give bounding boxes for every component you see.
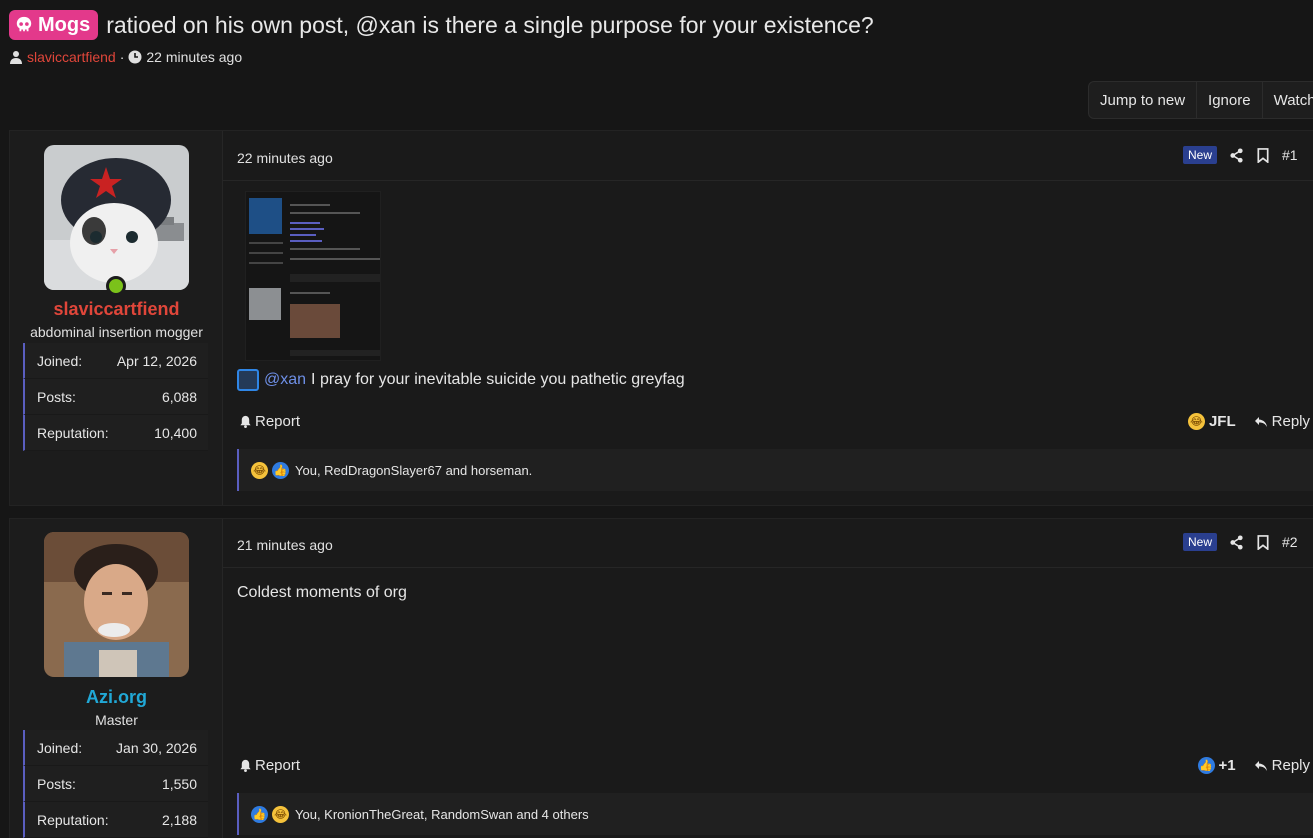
post-body: @xan I pray for your inevitable suicide …: [237, 369, 685, 391]
prefix-label: Mogs: [38, 13, 91, 36]
laugh-emoji-icon: 😂: [251, 461, 268, 479]
bookmark-icon[interactable]: [1256, 534, 1270, 550]
watch-button[interactable]: Watch: [1263, 82, 1313, 118]
stat-label: Posts:: [37, 388, 76, 405]
report-button[interactable]: Report: [239, 757, 300, 774]
page-title: ratioed on his own post, @xan is there a…: [106, 11, 874, 38]
post-main: 22 minutes ago New #1 @xan I pray for yo…: [223, 131, 1313, 505]
post-number[interactable]: #1: [1282, 147, 1298, 163]
post-actions: Report 👍 +1 Reply: [239, 757, 1313, 774]
thread-title-row: Mogs ratioed on his own post, @xan is th…: [9, 10, 874, 40]
share-icon[interactable]: [1229, 534, 1244, 550]
post-header-tools: New #1: [1183, 146, 1313, 164]
reply-label: Reply: [1271, 757, 1310, 774]
meta-separator: ·: [119, 49, 125, 65]
stat-label: Joined:: [37, 739, 83, 756]
online-indicator: [106, 276, 126, 296]
reactions-text[interactable]: You, KronionTheGreat, RandomSwan and 4 o…: [295, 807, 589, 822]
report-button[interactable]: Report: [239, 413, 300, 430]
jump-to-new-button[interactable]: Jump to new: [1089, 82, 1198, 118]
share-icon[interactable]: [1229, 147, 1244, 163]
post-user-info: slaviccartfiend abdominal insertion mogg…: [10, 131, 223, 505]
new-badge: New: [1183, 533, 1218, 551]
post-actions: Report 😂 JFL Reply: [239, 413, 1313, 430]
avatar[interactable]: [44, 532, 189, 677]
post-time[interactable]: 22 minutes ago: [237, 150, 333, 166]
ignore-button[interactable]: Ignore: [1197, 82, 1263, 118]
reply-button[interactable]: Reply: [1254, 757, 1310, 774]
report-label: Report: [255, 757, 301, 774]
username[interactable]: Azi.org: [10, 687, 223, 708]
username[interactable]: slaviccartfiend: [10, 299, 223, 320]
user-stats: Joined: Jan 30, 2026 Posts: 1,550 Reputati…: [23, 730, 208, 838]
post-header-divider: [223, 180, 1313, 181]
stat-reputation: Reputation: 2,188: [23, 802, 208, 838]
bell-icon: [240, 415, 251, 428]
bell-icon: [240, 759, 251, 772]
post-main: 21 minutes ago New #2 Coldest moments of…: [223, 519, 1313, 838]
new-badge: New: [1183, 146, 1218, 164]
post-actions-right: 😂 JFL Reply: [1187, 413, 1313, 430]
stat-value: 10,400: [154, 424, 197, 441]
like-emoji-icon: 👍: [1197, 757, 1215, 774]
report-label: Report: [255, 413, 301, 430]
post-header-divider: [223, 567, 1313, 568]
reaction-button[interactable]: 👍 +1: [1197, 757, 1236, 774]
post: slaviccartfiend abdominal insertion mogg…: [9, 130, 1313, 506]
mention-link[interactable]: @xan: [264, 371, 306, 389]
laugh-emoji-icon: 😂: [272, 805, 289, 823]
post: Azi.org Master Joined: Jan 30, 2026 Posts…: [9, 518, 1313, 838]
bookmark-icon[interactable]: [1256, 147, 1270, 163]
user-title: Master: [95, 712, 138, 728]
stat-value: Apr 12, 2026: [116, 352, 197, 369]
post-actions-right: 👍 +1 Reply: [1197, 757, 1313, 774]
stat-label: Reputation:: [37, 811, 109, 828]
like-emoji-icon: 👍: [272, 461, 289, 479]
embedded-screenshot[interactable]: [245, 191, 381, 361]
stat-reputation: Reputation: 10,400: [23, 415, 208, 451]
stat-label: Posts:: [37, 775, 76, 792]
post-text: I pray for your inevitable suicide you p…: [311, 371, 685, 388]
stat-label: Reputation:: [37, 424, 109, 441]
thread-author-link[interactable]: slaviccartfiend: [27, 49, 116, 65]
thread-prefix[interactable]: Mogs: [9, 10, 99, 40]
post-time[interactable]: 21 minutes ago: [237, 537, 333, 553]
thread-action-buttons: Jump to new Ignore Watch: [1088, 81, 1313, 119]
user-stats: Joined: Apr 12, 2026 Posts: 6,088 Reputati…: [23, 343, 208, 451]
reply-icon: [1254, 416, 1267, 427]
avatar[interactable]: [44, 145, 189, 290]
reply-icon: [1254, 760, 1267, 771]
reaction-label: JFL: [1208, 413, 1236, 430]
stat-joined: Joined: Apr 12, 2026: [23, 343, 208, 379]
reactions-bar[interactable]: 😂 👍 You, RedDragonSlayer67 and horseman.: [237, 449, 1313, 491]
stat-value: Jan 30, 2026: [116, 739, 197, 756]
stat-label: Joined:: [37, 352, 83, 369]
thread-meta: slaviccartfiend · 22 minutes ago: [9, 49, 242, 65]
reaction-button[interactable]: 😂 JFL: [1187, 413, 1236, 430]
clock-icon: [128, 50, 142, 64]
user-icon: [10, 51, 22, 64]
thread-time[interactable]: 22 minutes ago: [146, 49, 242, 65]
post-text: Coldest moments of org: [237, 584, 407, 601]
like-emoji-icon: 👍: [251, 805, 268, 823]
reactions-text[interactable]: You, RedDragonSlayer67 and horseman.: [295, 463, 532, 478]
reply-label: Reply: [1271, 413, 1310, 430]
stat-posts: Posts: 6,088: [23, 379, 208, 415]
reply-button[interactable]: Reply: [1254, 413, 1310, 430]
stat-joined: Joined: Jan 30, 2026: [23, 730, 208, 766]
user-title: abdominal insertion mogger: [30, 324, 203, 340]
post-number[interactable]: #2: [1282, 534, 1298, 550]
stat-value: 1,550: [161, 775, 197, 792]
reaction-label: +1: [1218, 757, 1236, 774]
skull-icon: [16, 16, 32, 32]
stat-value: 6,088: [161, 388, 197, 405]
stat-value: 2,188: [161, 811, 197, 828]
mention-avatar: [237, 369, 259, 391]
stat-posts: Posts: 1,550: [23, 766, 208, 802]
post-user-info: Azi.org Master Joined: Jan 30, 2026 Posts…: [10, 519, 223, 838]
laugh-emoji-icon: 😂: [1187, 413, 1205, 430]
post-header-tools: New #2: [1183, 533, 1313, 551]
reactions-bar[interactable]: 👍 😂 You, KronionTheGreat, RandomSwan and…: [237, 793, 1313, 835]
